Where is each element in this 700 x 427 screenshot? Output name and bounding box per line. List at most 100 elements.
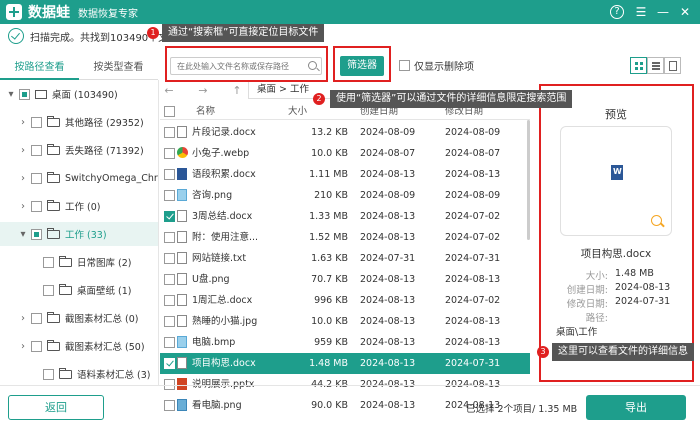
tree-item[interactable]: 语料素材汇总 (3)	[0, 362, 158, 385]
tree-checkbox[interactable]	[31, 172, 42, 184]
tree-checkbox[interactable]	[43, 284, 54, 296]
chevron-icon[interactable]: ›	[18, 201, 28, 212]
tree-checkbox[interactable]	[31, 144, 42, 156]
up-arrow-icon[interactable]: ↑	[228, 84, 246, 97]
column-size[interactable]: 大小	[288, 104, 307, 120]
annotation-badge-1: 1	[147, 27, 159, 39]
row-checkbox[interactable]	[164, 274, 175, 285]
row-checkbox[interactable]	[164, 190, 175, 201]
tree-checkbox[interactable]	[31, 116, 42, 128]
tree-item[interactable]: › 其他路径 (29352)	[0, 110, 158, 134]
row-checkbox[interactable]	[164, 337, 175, 348]
tab-by-type[interactable]: 按类型查看	[79, 58, 158, 80]
tree-item[interactable]: › 截图素材汇总 (50)	[0, 334, 158, 358]
chevron-icon[interactable]: ▾	[18, 229, 28, 240]
tree-checkbox[interactable]	[31, 340, 42, 352]
annotation-box-filter	[333, 46, 391, 82]
minimize-icon[interactable]: —	[654, 3, 672, 21]
file-txt-icon	[177, 273, 187, 285]
close-icon[interactable]: ✕	[676, 3, 694, 21]
detail-view-button[interactable]	[664, 57, 681, 74]
file-name: 网站链接.txt	[192, 253, 247, 264]
row-checkbox[interactable]	[164, 400, 175, 411]
row-checkbox[interactable]	[164, 253, 175, 264]
menu-icon[interactable]: ☰	[632, 3, 650, 21]
file-size: 1.33 MB	[309, 211, 348, 222]
only-deleted-checkbox[interactable]	[399, 60, 410, 71]
table-row[interactable]: 1周汇总.docx 996 KB 2024-08-13 2024-07-02	[160, 290, 530, 311]
tree-item-label: 其他路径 (29352)	[65, 118, 144, 129]
file-name: U盘.png	[192, 274, 230, 285]
file-created: 2024-08-09	[360, 190, 416, 201]
tree-checkbox[interactable]	[31, 228, 42, 240]
folder-icon	[59, 283, 72, 295]
table-row[interactable]: 熟睡的小猫.jpg 10.0 KB 2024-08-13 2024-08-13	[160, 311, 530, 332]
table-row[interactable]: 片段记录.docx 13.2 KB 2024-08-09 2024-08-09	[160, 122, 530, 143]
table-row[interactable]: U盘.png 70.7 KB 2024-08-13 2024-08-13	[160, 269, 530, 290]
file-txt-icon	[177, 231, 187, 243]
chevron-icon[interactable]: ›	[18, 341, 28, 352]
only-deleted-toggle[interactable]: 仅显示删除项	[399, 58, 474, 73]
row-checkbox[interactable]	[164, 232, 175, 243]
app-logo: 数据蛙	[6, 2, 70, 22]
help-icon[interactable]: ?	[610, 5, 624, 19]
chevron-icon[interactable]: ›	[18, 173, 28, 184]
column-name[interactable]: 名称	[196, 104, 215, 120]
tree-item[interactable]: › 丢失路径 (71392)	[0, 138, 158, 162]
table-row[interactable]: 电脑.bmp 959 KB 2024-08-13 2024-08-13	[160, 332, 530, 353]
table-row[interactable]: 语段积累.docx 1.11 MB 2024-08-13 2024-08-13	[160, 164, 530, 185]
file-size: 70.7 KB	[311, 274, 348, 285]
export-button[interactable]: 导出	[586, 395, 686, 420]
file-txt-icon	[177, 126, 187, 138]
grid-view-button[interactable]	[630, 57, 647, 74]
logo-plus-icon	[6, 4, 22, 20]
chevron-icon[interactable]: ▾	[6, 89, 16, 100]
file-modified: 2024-07-02	[445, 232, 501, 243]
file-img-icon	[177, 189, 187, 201]
title-bar: 数据蛙 数据恢复专家 ? ☰ — ✕	[0, 0, 700, 24]
row-checkbox[interactable]	[164, 358, 175, 369]
forward-arrow-icon[interactable]: →	[194, 84, 212, 97]
tree-item[interactable]: › SwitchyOmega_Chromium	[0, 166, 158, 190]
back-arrow-icon[interactable]: ←	[160, 84, 178, 97]
tree-checkbox[interactable]	[19, 88, 30, 100]
row-checkbox[interactable]	[164, 169, 175, 180]
select-all-checkbox[interactable]	[164, 106, 175, 117]
table-row[interactable]: 3周总结.docx 1.33 MB 2024-08-13 2024-07-02	[160, 206, 530, 227]
file-created: 2024-08-13	[360, 232, 416, 243]
row-checkbox[interactable]	[164, 148, 175, 159]
tree-item-label: 丢失路径 (71392)	[65, 146, 144, 157]
table-row[interactable]: 小兔子.webp 10.0 KB 2024-08-07 2024-08-07	[160, 143, 530, 164]
tree-item[interactable]: ▾ 工作 (33)	[0, 222, 158, 246]
folder-icon	[47, 339, 60, 351]
chevron-icon[interactable]: ›	[18, 117, 28, 128]
row-checkbox[interactable]	[164, 316, 175, 327]
chevron-icon[interactable]: ›	[18, 313, 28, 324]
back-button[interactable]: 返回	[8, 395, 104, 420]
tree-checkbox[interactable]	[31, 200, 42, 212]
tree-checkbox[interactable]	[43, 368, 54, 380]
tree-item[interactable]: 日常图库 (2)	[0, 250, 158, 274]
tree-checkbox[interactable]	[43, 256, 54, 268]
list-view-button[interactable]	[647, 57, 664, 74]
row-checkbox[interactable]	[164, 127, 175, 138]
row-checkbox[interactable]	[164, 295, 175, 306]
table-row[interactable]: 附：使用注意... 1.52 MB 2024-08-13 2024-07-02	[160, 227, 530, 248]
tab-by-path[interactable]: 按路径查看	[0, 58, 79, 80]
folder-icon	[59, 367, 72, 379]
row-checkbox[interactable]	[164, 211, 175, 222]
folder-icon	[47, 171, 60, 183]
tree-item[interactable]: ▾ 桌面 (103490)	[0, 82, 158, 106]
tree-item[interactable]: 桌面壁纸 (1)	[0, 278, 158, 302]
tree-item[interactable]: › 工作 (0)	[0, 194, 158, 218]
annotation-badge-2: 2	[313, 93, 325, 105]
table-row[interactable]: 咨询.png 210 KB 2024-08-09 2024-08-09	[160, 185, 530, 206]
tree-checkbox[interactable]	[31, 312, 42, 324]
tree-item[interactable]: › 截图素材汇总 (0)	[0, 306, 158, 330]
file-img-icon	[177, 336, 187, 348]
chevron-icon[interactable]: ›	[18, 145, 28, 156]
scrollbar[interactable]	[527, 120, 530, 240]
table-row[interactable]: 网站链接.txt 1.63 KB 2024-07-31 2024-07-31	[160, 248, 530, 269]
folder-icon	[47, 227, 60, 239]
table-row[interactable]: 项目构思.docx 1.48 MB 2024-08-13 2024-07-31	[160, 353, 530, 374]
